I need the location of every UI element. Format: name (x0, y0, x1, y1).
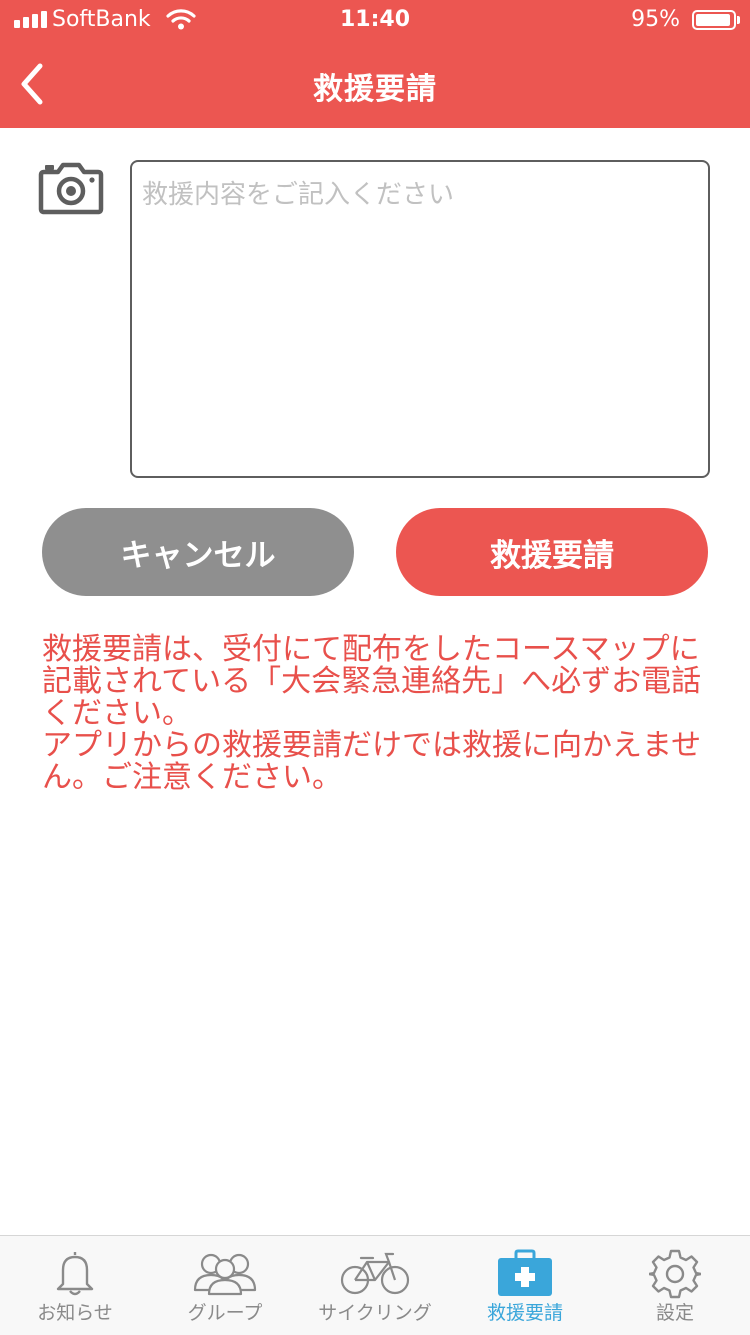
gear-icon (649, 1249, 701, 1299)
tab-label: サイクリング (318, 1302, 432, 1324)
rescue-details-input[interactable] (130, 160, 710, 478)
battery-tip (737, 16, 740, 24)
status-bar: SoftBank 11:40 95% (0, 0, 750, 40)
notice-paragraph-contact: 救援要請は、受付にて配布をしたコースマップに記載されている「大会緊急連絡先」へ必… (42, 632, 702, 731)
tab-group[interactable]: グループ (150, 1236, 300, 1335)
camera-button[interactable] (38, 160, 104, 218)
cancel-button[interactable]: キャンセル (42, 508, 354, 596)
camera-icon (38, 162, 104, 215)
tab-label: 設定 (655, 1302, 694, 1324)
tab-label: お知らせ (37, 1302, 113, 1324)
battery-icon (692, 10, 736, 30)
battery-percentage: 95% (631, 7, 680, 32)
notice-paragraph-warning: アプリからの救援要請だけでは救援に向かえません。ご注意ください。 (42, 728, 702, 795)
tab-bar: お知らせ グループ サイクリング 救援要請 設定 (0, 1235, 750, 1335)
tab-notifications[interactable]: お知らせ (0, 1236, 150, 1335)
request-rescue-button[interactable]: 救援要請 (396, 508, 708, 596)
tab-rescue-request[interactable]: 救援要請 (450, 1236, 600, 1335)
app-header: SoftBank 11:40 95% 救援要請 (0, 0, 750, 128)
tab-label: グループ (187, 1302, 263, 1324)
tab-label: 救援要請 (486, 1302, 563, 1324)
rescue-notice: 救援要請は、受付にて配布をしたコースマップに記載されている「大会緊急連絡先」へ必… (42, 634, 722, 794)
bicycle-icon (340, 1252, 410, 1295)
page-title: 救援要請 (313, 72, 437, 107)
group-icon (193, 1253, 257, 1296)
first-aid-kit-icon (498, 1249, 552, 1296)
tab-cycling[interactable]: サイクリング (300, 1236, 450, 1335)
battery-level (696, 14, 731, 26)
bell-icon (56, 1252, 94, 1296)
tab-settings[interactable]: 設定 (600, 1236, 750, 1335)
